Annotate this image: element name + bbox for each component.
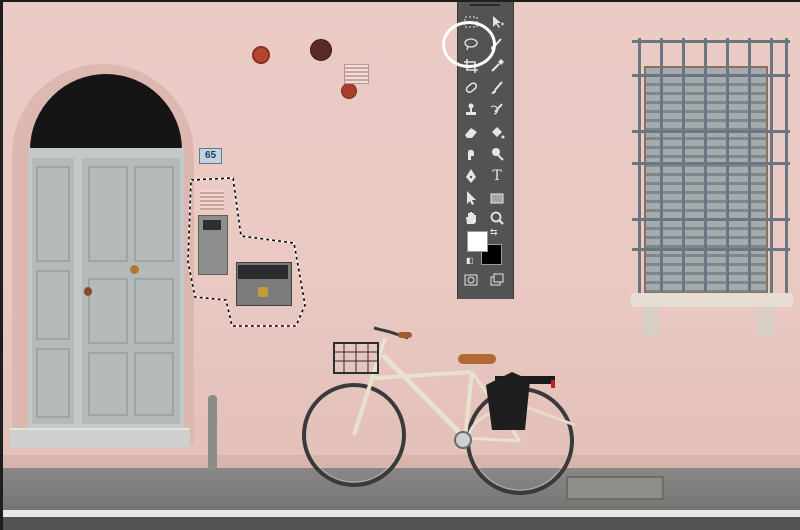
lasso-icon[interactable] <box>460 34 482 54</box>
quick-mask-icon[interactable] <box>460 270 482 290</box>
eraser-icon[interactable] <box>460 122 482 142</box>
quick-selection-brush-icon[interactable] <box>486 34 508 54</box>
pen-icon[interactable] <box>460 166 482 186</box>
smudge-icon[interactable] <box>460 144 482 164</box>
bicycle-saddle <box>458 354 496 364</box>
rectangle-shape-icon[interactable] <box>486 188 508 208</box>
bicycle-bag <box>486 372 530 430</box>
frame-top-border <box>0 0 800 2</box>
default-colors-icon[interactable]: ◧ <box>466 256 474 265</box>
tools-panel-grip[interactable] <box>470 4 500 6</box>
zoom-icon[interactable] <box>486 208 508 228</box>
crop-icon[interactable] <box>460 56 482 76</box>
move-icon[interactable] <box>486 12 508 32</box>
dodge-icon[interactable] <box>486 144 508 164</box>
hand-icon[interactable] <box>460 208 482 228</box>
photo-canvas[interactable]: 65 T ⇆ ◧ <box>0 0 800 530</box>
path-selection-arrow-icon[interactable] <box>460 188 482 208</box>
type-icon[interactable]: T <box>486 166 508 186</box>
bicycle <box>302 326 576 495</box>
foreground-color-swatch[interactable] <box>467 231 488 252</box>
frame-left-border <box>0 0 3 530</box>
brush-icon[interactable] <box>486 78 508 98</box>
paint-bucket-icon[interactable] <box>486 122 508 142</box>
healing-bandage-icon[interactable] <box>460 78 482 98</box>
history-brush-icon[interactable] <box>486 100 508 120</box>
clone-stamp-icon[interactable] <box>460 100 482 120</box>
screen-mode-icon[interactable] <box>486 270 508 290</box>
rectangular-marquee-icon[interactable] <box>460 12 482 32</box>
eyedropper-icon[interactable] <box>486 56 508 76</box>
swap-colors-icon[interactable]: ⇆ <box>490 227 498 238</box>
